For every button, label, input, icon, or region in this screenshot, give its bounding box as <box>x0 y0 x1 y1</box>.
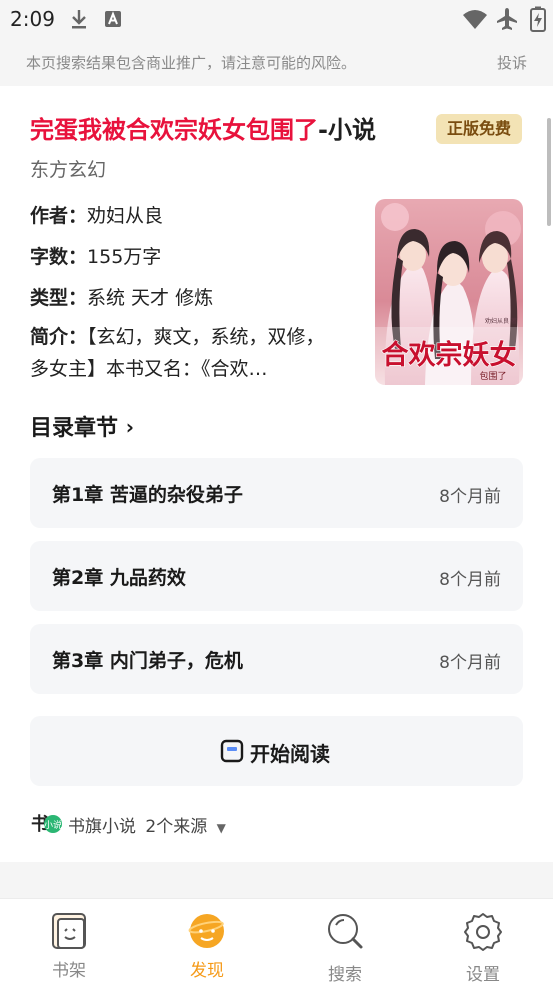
airplane-mode-icon <box>497 8 517 30</box>
chapter-time: 8个月前 <box>439 487 501 507</box>
report-link[interactable]: 投诉 <box>497 52 527 73</box>
word-count-value: 155万字 <box>87 246 162 268</box>
settings-icon <box>464 913 502 951</box>
tab-label: 发现 <box>190 961 224 981</box>
chapter-item[interactable]: 第3章 内门弟子，危机 8个月前 <box>30 624 523 694</box>
chapter-title: 第2章 九品药效 <box>52 567 186 589</box>
status-bar: 2:09 <box>0 0 553 40</box>
author-value: 劝妇从良 <box>87 205 164 227</box>
free-badge: 正版免费 <box>436 114 522 144</box>
source-name: 书旗小说 2个来源 ▼ <box>68 812 226 837</box>
tab-label: 设置 <box>466 965 500 985</box>
intro-label: 简介： <box>30 326 88 348</box>
caret-down-icon: ▼ <box>216 821 226 835</box>
toc-heading[interactable]: 目录章节 › <box>30 410 134 442</box>
type-row: 类型：系统 天才 修炼 <box>30 283 213 310</box>
chapter-time: 8个月前 <box>439 570 501 590</box>
book-category: 东方玄幻 <box>30 159 107 181</box>
book-read-icon <box>220 739 244 763</box>
bottom-tab-bar: 书架 发现 搜索 设置 <box>0 898 553 985</box>
word-count-row: 字数：155万字 <box>30 242 161 269</box>
source-selector[interactable]: 书 小说 书旗小说 2个来源 ▼ <box>30 808 330 838</box>
chapter-item[interactable]: 第2章 九品药效 8个月前 <box>30 541 523 611</box>
chapter-title: 第3章 内门弟子，危机 <box>52 650 243 672</box>
tab-settings[interactable]: 设置 <box>414 899 552 985</box>
bookshelf-icon <box>52 913 86 949</box>
cover-author: 劝妇从良 著 <box>485 317 517 325</box>
svg-text:小说: 小说 <box>44 819 62 831</box>
chapter-title: 第1章 苦逼的杂役弟子 <box>52 484 243 506</box>
download-icon <box>72 10 86 29</box>
tab-label: 搜索 <box>328 965 362 985</box>
book-title-main: 完蛋我被合欢宗妖女包围了 <box>30 116 318 144</box>
word-count-label: 字数： <box>30 246 88 268</box>
type-label: 类型： <box>30 287 88 309</box>
author-label: 作者： <box>30 205 88 227</box>
tab-discover[interactable]: 发现 <box>138 899 276 985</box>
chapter-time: 8个月前 <box>439 653 501 673</box>
toc-heading-label: 目录章节 <box>30 416 119 441</box>
status-time: 2:09 <box>10 7 55 31</box>
tab-bookshelf[interactable]: 书架 <box>0 899 138 985</box>
source-count: 2个来源 <box>145 817 208 837</box>
intro-row[interactable]: 简介：【玄幻，爽文，系统，双修，多女主】本书又名：《合欢… <box>30 321 340 385</box>
type-value: 系统 天才 修炼 <box>87 287 214 309</box>
ad-notice-text: 本页搜索结果包含商业推广，请注意可能的风险。 <box>26 54 357 72</box>
book-cover[interactable]: 合欢宗妖女 包围了 劝妇从良 著 <box>375 199 523 385</box>
discover-icon <box>188 914 224 948</box>
search-icon <box>328 914 363 949</box>
chapter-item[interactable]: 第1章 苦逼的杂役弟子 8个月前 <box>30 458 523 528</box>
wifi-icon <box>463 10 487 29</box>
source-app-name: 书旗小说 <box>68 817 136 837</box>
battery-charging-icon <box>530 6 546 32</box>
ad-notice-bar: 本页搜索结果包含商业推广，请注意可能的风险。 投诉 <box>0 40 553 86</box>
tab-label: 书架 <box>52 961 86 981</box>
book-title-suffix: -小说 <box>318 116 376 144</box>
scrollbar[interactable] <box>547 118 551 226</box>
chevron-right-icon: › <box>125 415 134 439</box>
cover-title: 合欢宗妖女 <box>382 339 517 371</box>
cover-subtitle: 包围了 <box>479 370 506 382</box>
app-a-icon <box>105 11 121 27</box>
start-reading-label: 开始阅读 <box>250 742 330 766</box>
tab-search[interactable]: 搜索 <box>276 899 414 985</box>
start-reading-button[interactable]: 开始阅读 <box>30 716 523 786</box>
author-row: 作者：劝妇从良 <box>30 201 163 228</box>
shuqi-logo-icon: 书 小说 <box>31 814 62 835</box>
